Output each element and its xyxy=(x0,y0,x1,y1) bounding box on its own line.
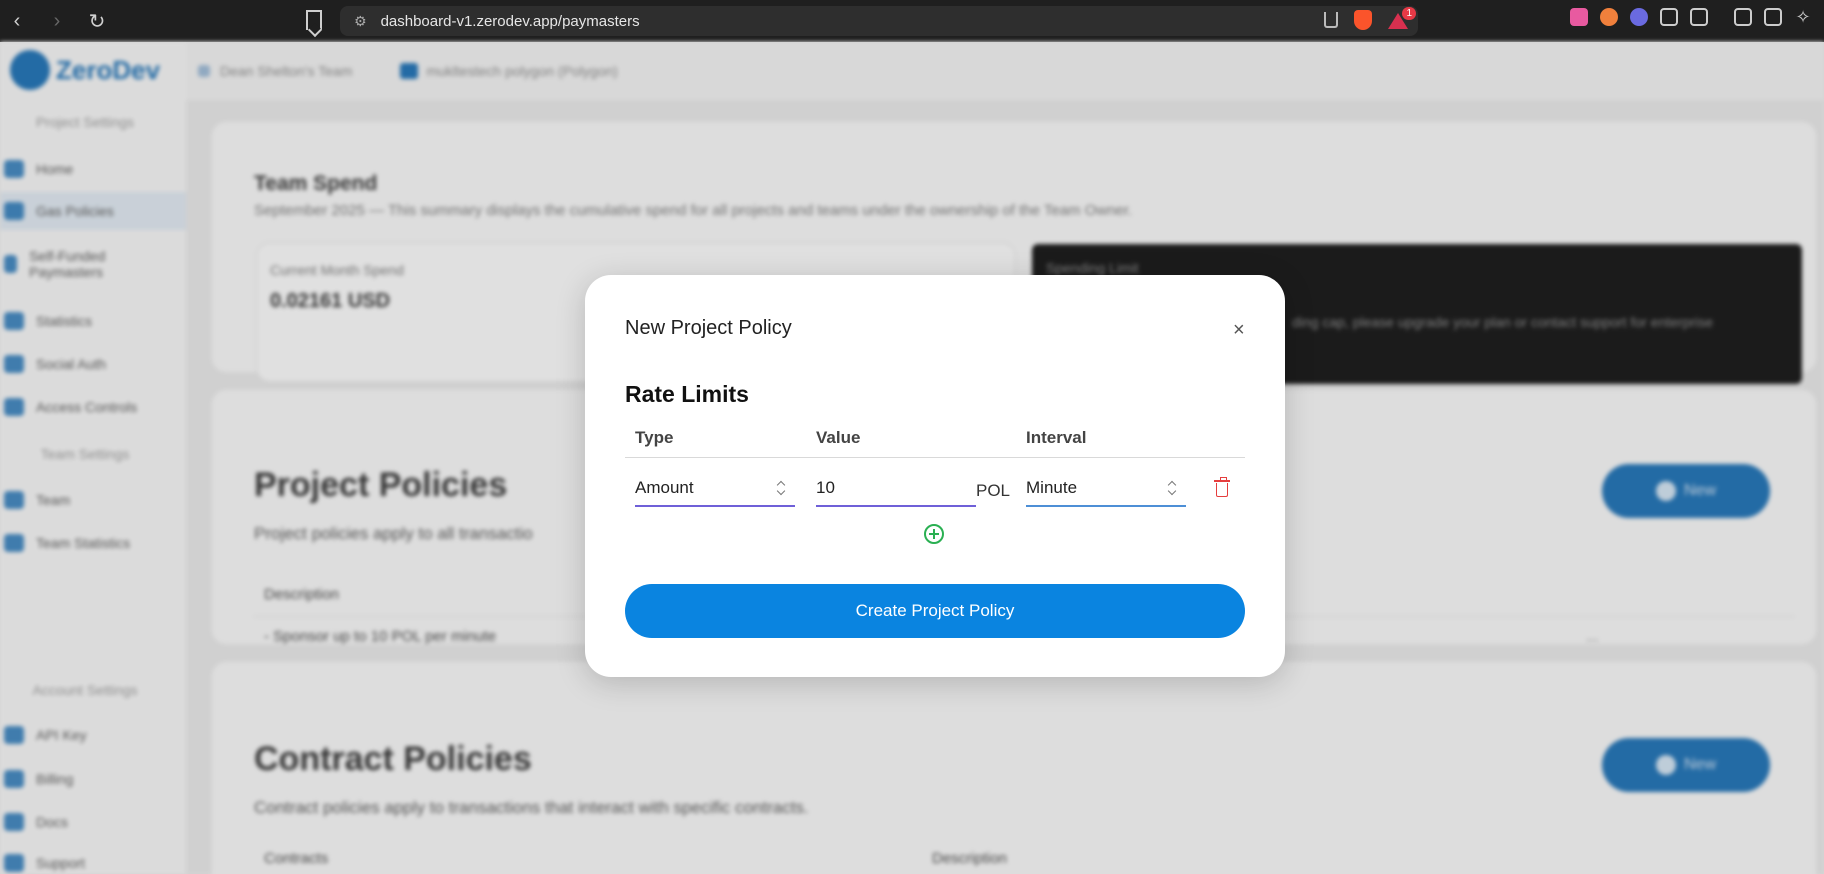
puzzle-icon[interactable] xyxy=(1660,8,1678,26)
dialog-title: New Project Policy xyxy=(625,317,792,339)
sidebar-toggle-icon[interactable] xyxy=(1734,8,1752,26)
type-column-header: Type xyxy=(635,428,674,447)
interval-select[interactable]: Minute xyxy=(1026,471,1186,507)
close-icon[interactable]: × xyxy=(1233,319,1245,342)
unit-label: POL xyxy=(976,481,1011,500)
value-column-header: Value xyxy=(816,428,861,447)
brave-rewards-icon[interactable]: 1 xyxy=(1388,7,1416,29)
wallet-icon[interactable] xyxy=(1764,8,1782,26)
share-icon[interactable] xyxy=(1324,12,1338,28)
bookmark-icon[interactable] xyxy=(306,10,322,30)
value-input-text: 10 xyxy=(816,478,835,497)
new-project-policy-dialog: New Project Policy × Rate Limits Type Va… xyxy=(585,275,1285,677)
reader-icon[interactable] xyxy=(1690,8,1708,26)
back-icon[interactable]: ‹ xyxy=(6,10,28,33)
browser-nav: ‹ › ↻ xyxy=(0,9,108,34)
extensions-area: ✧ xyxy=(1570,8,1824,26)
brave-shields-icon[interactable] xyxy=(1354,10,1372,30)
extension-icon[interactable] xyxy=(1630,8,1648,26)
chevron-updown-icon xyxy=(1168,481,1176,495)
create-project-policy-button[interactable]: Create Project Policy xyxy=(625,584,1245,638)
interval-column-header: Interval xyxy=(1026,428,1087,447)
address-bar[interactable]: ⚙ dashboard-v1.zerodev.app/paymasters 1 xyxy=(340,6,1418,36)
notification-badge: 1 xyxy=(1402,7,1416,20)
forward-icon[interactable]: › xyxy=(46,10,68,33)
reload-icon[interactable]: ↻ xyxy=(86,9,108,34)
chevron-updown-icon xyxy=(777,481,785,495)
browser-toolbar: ‹ › ↻ ⚙ dashboard-v1.zerodev.app/paymast… xyxy=(0,0,1824,42)
url-text: dashboard-v1.zerodev.app/paymasters xyxy=(380,12,640,30)
header-divider xyxy=(625,457,1245,458)
extension-icon[interactable] xyxy=(1570,8,1588,26)
interval-select-value: Minute xyxy=(1026,478,1078,497)
metamask-icon[interactable] xyxy=(1600,8,1618,26)
type-select[interactable]: Amount xyxy=(635,471,795,507)
rate-limits-heading: Rate Limits xyxy=(625,381,749,407)
value-input[interactable]: 10 xyxy=(816,471,976,507)
delete-row-icon[interactable] xyxy=(1214,477,1230,497)
add-row-icon[interactable] xyxy=(924,524,944,544)
type-select-value: Amount xyxy=(635,478,694,497)
leo-ai-icon[interactable]: ✧ xyxy=(1794,8,1812,26)
site-settings-icon[interactable]: ⚙ xyxy=(354,13,367,30)
